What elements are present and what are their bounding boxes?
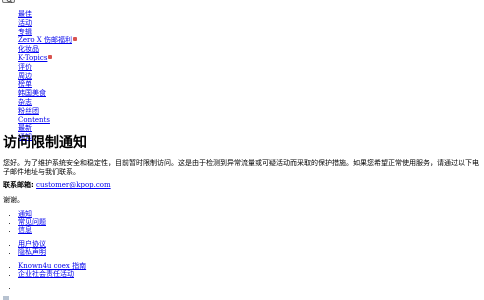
- footer-link-info[interactable]: 信息: [18, 226, 32, 234]
- nav-item-magazine: 杂志: [18, 98, 77, 107]
- nav-item-korean-food: 韩国美食: [18, 89, 77, 98]
- top-bar: [0, 0, 484, 5]
- nav-item-charts: 榜单: [18, 80, 77, 89]
- footer-item: 隐私声明: [18, 248, 46, 256]
- nav-link[interactable]: Zero X 伤邮福利: [18, 36, 72, 44]
- nav-link[interactable]: 韩国美食: [18, 89, 46, 97]
- footer-link-coex-guide[interactable]: Known4u coex 指南: [18, 262, 86, 270]
- restriction-message: 您好。为了维护系统安全和稳定性，目前暂时限制访问。这是由于检测到异常流量或可疑活…: [3, 159, 479, 176]
- nav-link[interactable]: 化妆品: [18, 45, 39, 53]
- nav-link[interactable]: 杂志: [18, 98, 32, 106]
- nav-item-latest: 最新: [18, 124, 77, 133]
- nav-item-zero-x: Zero X 伤邮福利: [18, 36, 78, 45]
- footer-links-company: Known4u coex 指南 企业社会责任活动: [18, 262, 86, 278]
- nav-link[interactable]: 最佳: [18, 10, 32, 18]
- nav-link[interactable]: 周边: [18, 72, 32, 80]
- nav-item-events: 活动: [18, 19, 77, 28]
- footer-item: 信息: [18, 226, 46, 234]
- footer-link-csr[interactable]: 企业社会责任活动: [18, 270, 74, 278]
- footer-item: 常见问题: [18, 218, 46, 226]
- main-nav: 最佳 活动 专辑 Zero X 伤邮福利 化妆品 K-Topics 评价 周边 …: [18, 10, 78, 142]
- nav-item-fanclub: 粉丝团: [18, 107, 77, 116]
- nav-link[interactable]: 评价: [18, 63, 32, 71]
- nav-link[interactable]: Contents: [18, 116, 50, 124]
- contact-email-link[interactable]: customer@kpop.com: [36, 181, 111, 189]
- logo-icon: [3, 295, 13, 300]
- thanks-text: 谢谢。: [3, 196, 24, 204]
- nav-link[interactable]: 最新: [18, 124, 32, 132]
- nav-item-cosmetics: 化妆品: [18, 45, 77, 54]
- nav-item-best: 最佳: [18, 10, 77, 19]
- nav-link[interactable]: 活动: [18, 19, 32, 27]
- footer-link-terms[interactable]: 用户协议: [18, 240, 46, 248]
- footer-item: 企业社会责任活动: [18, 270, 86, 278]
- search-icon: [6, 0, 13, 3]
- new-badge: [48, 54, 53, 59]
- footer-item: Known4u coex 指南: [18, 262, 86, 270]
- nav-link[interactable]: 粉丝团: [18, 107, 39, 115]
- contact-line: 联系邮箱: customer@kpop.com: [3, 181, 111, 190]
- new-badge: [73, 37, 78, 42]
- footer-links-help: 通知 常见问题 信息: [18, 210, 46, 234]
- contact-label: 联系邮箱:: [3, 181, 34, 189]
- nav-item-reviews: 评价: [18, 63, 77, 72]
- footer-link-privacy[interactable]: 隐私声明: [18, 248, 46, 256]
- search-button[interactable]: [2, 0, 15, 3]
- footer-item: 用户协议: [18, 240, 46, 248]
- footer-links-legal: 用户协议 隐私声明: [18, 240, 46, 256]
- nav-link[interactable]: K-Topics: [18, 54, 47, 62]
- footer-link-notice[interactable]: 通知: [18, 210, 32, 218]
- nav-item-k-topics: K-Topics: [18, 54, 77, 63]
- footer-link-faq[interactable]: 常见问题: [18, 218, 46, 226]
- nav-link[interactable]: 榜单: [18, 80, 32, 88]
- nav-link[interactable]: 专辑: [18, 28, 32, 36]
- page-title: 访问限制通知: [3, 135, 87, 151]
- footer-item: 通知: [18, 210, 46, 218]
